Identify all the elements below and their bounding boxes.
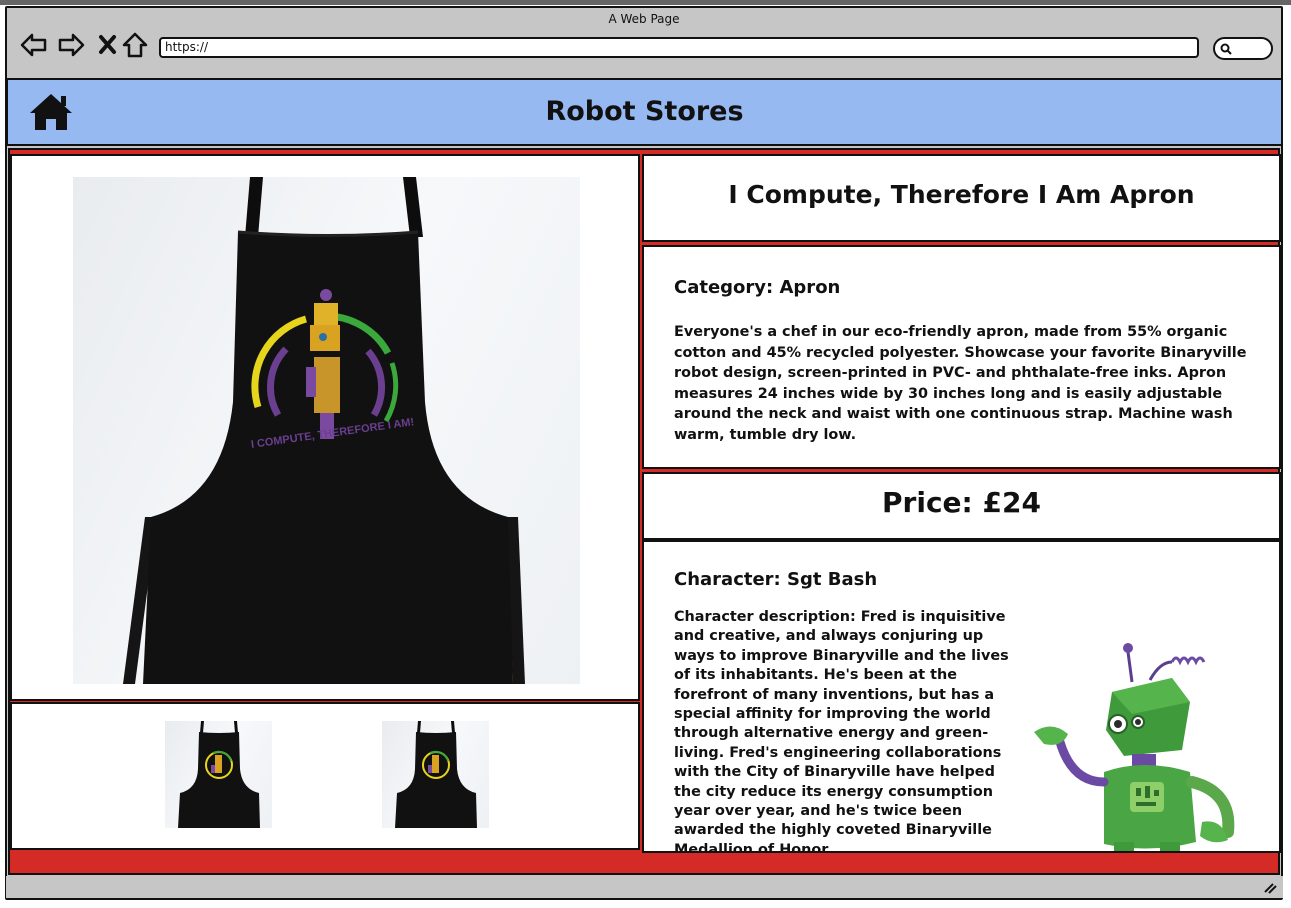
top-edge xyxy=(0,0,1291,5)
arrow-right-icon[interactable] xyxy=(56,30,86,60)
thumbnail-1[interactable] xyxy=(165,721,272,828)
robot-illustration xyxy=(1034,643,1235,851)
product-title: I Compute, Therefore I Am Apron xyxy=(728,180,1195,209)
search-icon xyxy=(1220,43,1232,55)
product-title-panel: I Compute, Therefore I Am Apron xyxy=(642,154,1281,242)
product-content: I COMPUTE, THEREFORE I AM! I Compute, Th… xyxy=(8,148,1281,875)
site-title: Robot Stores xyxy=(545,96,744,127)
thumbnail-panel xyxy=(10,702,640,850)
window-title: A Web Page xyxy=(608,12,680,26)
home-icon[interactable] xyxy=(120,30,150,60)
product-price: Price: £24 xyxy=(882,486,1041,519)
product-photo: I COMPUTE, THEREFORE I AM! xyxy=(73,177,580,684)
browser-window: A Web Page https:// Robot Stores I COMPU… xyxy=(5,6,1283,900)
apron-image: I COMPUTE, THEREFORE I AM! xyxy=(123,177,525,684)
search-field[interactable] xyxy=(1213,37,1273,60)
close-icon[interactable] xyxy=(93,30,123,60)
window-footer xyxy=(6,876,1283,898)
price-panel: Price: £24 xyxy=(642,472,1281,540)
thumbnail-apron xyxy=(178,721,260,828)
thumbnail-apron xyxy=(395,721,477,828)
character-name: Character: Sgt Bash xyxy=(674,569,878,590)
character-description: Character description: Fred is inquisiti… xyxy=(674,609,1009,853)
resize-grip-icon[interactable] xyxy=(1263,880,1277,894)
product-category: Category: Apron xyxy=(674,277,841,298)
product-description: Everyone's a chef in our eco-friendly ap… xyxy=(674,324,1247,443)
url-input[interactable]: https:// xyxy=(159,37,1199,58)
thumbnail-2[interactable] xyxy=(382,721,489,828)
arrow-left-icon[interactable] xyxy=(19,30,49,60)
main-image-panel: I COMPUTE, THEREFORE I AM! xyxy=(10,154,640,701)
character-panel: Character: Sgt Bash Character descriptio… xyxy=(642,540,1281,853)
site-header: Robot Stores xyxy=(6,78,1283,146)
product-description-panel: Category: Apron Everyone's a chef in our… xyxy=(642,245,1281,469)
